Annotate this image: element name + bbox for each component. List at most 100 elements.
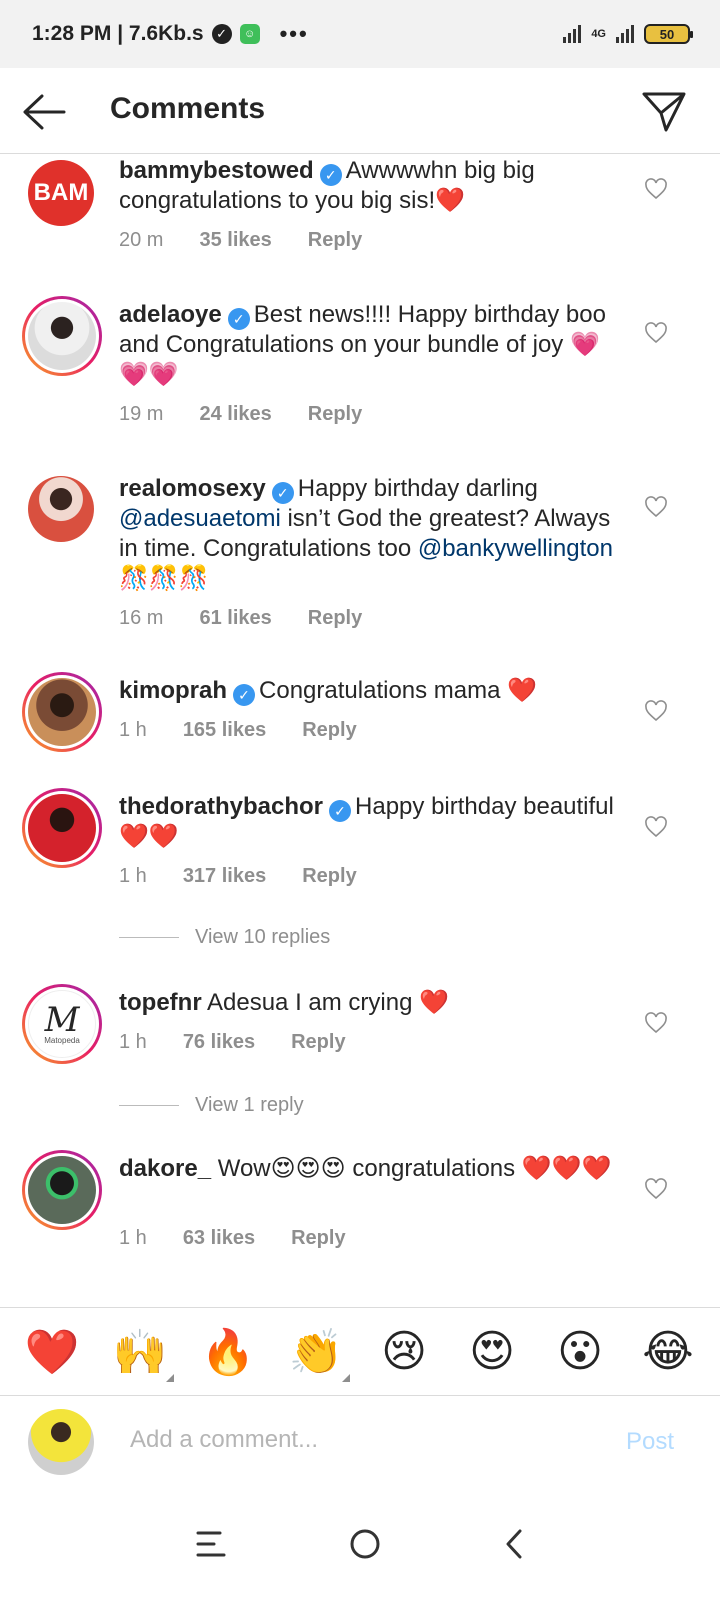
comment-meta: 20 m 35 likes Reply [119,229,362,252]
current-user-avatar [28,1409,94,1475]
signal-icon-2 [616,25,634,43]
app-notification-icon: ☺ [239,24,260,44]
emoji-crying-button[interactable]: 😢 [374,1326,434,1377]
verified-badge-icon: ✓ [233,684,256,706]
replies-divider [119,937,179,938]
more-notifications-indicator: ••• [279,21,309,46]
emoji-clap-button[interactable]: 👏 [286,1326,350,1382]
comment-meta: 16 m 61 likes Reply [119,607,362,630]
comment-likes[interactable]: 61 likes [199,607,271,630]
avatar[interactable]: BAM [28,160,94,226]
comment-username[interactable]: realomosexy [119,475,266,502]
comment-likes[interactable]: 165 likes [183,719,266,742]
comment-text: kimoprah ✓ Congratulations mama ❤️ [119,676,624,706]
mention-link[interactable]: @adesuaetomi [119,505,281,532]
view-replies-label[interactable]: View 10 replies [195,926,330,949]
heart-outline-icon[interactable] [644,496,668,518]
reply-button[interactable]: Reply [291,1031,345,1054]
status-bar: 1:28 PM | 7.6Kb.s ✓ ☺ ••• 4G 50 [0,0,720,68]
comment-time: 1 h [119,719,147,741]
home-circle-icon[interactable] [348,1527,382,1561]
verified-badge-icon: ✓ [319,164,342,186]
paper-plane-icon[interactable] [640,88,688,136]
comment-meta: 19 m 24 likes Reply [119,403,362,426]
emoji-laughing-button[interactable]: 😂 [638,1326,698,1377]
comment-time: 1 h [119,1227,147,1249]
comment-text: thedorathybachor ✓ Happy birthday beautifu… [119,792,624,852]
reply-button[interactable]: Reply [302,865,356,888]
emoji-heart-button[interactable]: ❤️ [22,1326,82,1378]
comment-composer: Add a comment... Post [0,1395,720,1487]
heart-outline-icon[interactable] [644,1178,668,1200]
heart-outline-icon[interactable] [644,700,668,722]
reply-button[interactable]: Reply [291,1227,345,1250]
comment-likes[interactable]: 24 likes [199,403,271,426]
avatar[interactable] [22,296,102,376]
comment-time: 20 m [119,229,164,251]
mention-link[interactable]: @bankywellington [418,535,613,562]
menu-icon[interactable] [194,1529,228,1559]
emoji-heart-eyes-button[interactable]: 😍 [462,1326,522,1377]
comment-body: Congratulations mama ❤️ [259,677,538,704]
comment-username[interactable]: dakore_ [119,1155,211,1182]
avatar-logo-text: Matopeda [44,1035,80,1045]
comment-time: 1 h [119,865,147,887]
app-header: Comments [0,68,720,154]
comment-time: 1 h [119,1031,147,1053]
avatar-logo-text: BAM [33,179,89,206]
comment-body-part: Happy birthday darling [297,475,538,502]
comment-meta: 1 h 76 likes Reply [119,1031,346,1054]
comment-input[interactable]: Add a comment... [130,1426,318,1454]
emoji-fire-button[interactable]: 🔥 [198,1326,258,1378]
network-type: 4G [591,28,606,40]
comment-text: bammybestowed ✓ Awwwwhn big big congratula… [119,156,624,216]
comment-likes[interactable]: 317 likes [183,865,266,888]
comment-body: Adesua I am crying ❤️ [207,989,449,1016]
avatar[interactable] [28,476,94,542]
status-time-speed: 1:28 PM | 7.6Kb.s [32,22,204,45]
verified-badge-icon: ✓ [227,308,250,330]
battery-icon: 50 [644,24,693,44]
reply-button[interactable]: Reply [308,607,362,630]
heart-outline-icon[interactable] [644,1012,668,1034]
reply-button[interactable]: Reply [308,229,362,252]
emoji-reaction-bar: ❤️ 🙌 🔥 👏 😢 😍 😮 😂 [0,1307,720,1395]
arrow-left-icon[interactable] [20,90,66,134]
comment-username[interactable]: thedorathybachor [119,793,323,820]
heart-outline-icon[interactable] [644,816,668,838]
comment-time: 19 m [119,403,164,425]
avatar[interactable] [22,672,102,752]
avatar[interactable] [22,1150,102,1230]
comment-username[interactable]: topefnr [119,989,202,1016]
view-replies-label[interactable]: View 1 reply [195,1094,304,1117]
comment-username[interactable]: kimoprah [119,677,227,704]
post-button[interactable]: Post [626,1428,674,1456]
battery-level: 50 [659,26,675,42]
comment-likes[interactable]: 63 likes [183,1227,255,1250]
back-chevron-icon[interactable] [502,1527,526,1561]
heart-outline-icon[interactable] [644,322,668,344]
heart-outline-icon[interactable] [644,178,668,200]
comment-text: topefnr Adesua I am crying ❤️ [119,988,624,1018]
comment-meta: 1 h 317 likes Reply [119,865,357,888]
emoji-raised-hands-button[interactable]: 🙌 [110,1326,174,1382]
comment-likes[interactable]: 35 likes [199,229,271,252]
comment-likes[interactable]: 76 likes [183,1031,255,1054]
comment-meta: 1 h 165 likes Reply [119,719,357,742]
signal-icon [563,25,582,43]
reply-button[interactable]: Reply [302,719,356,742]
avatar[interactable] [22,788,102,868]
avatar[interactable]: M Matopeda [22,984,102,1064]
comment-text: realomosexy ✓ Happy birthday darling @ades… [119,474,624,594]
view-replies-button[interactable]: View 1 reply [119,1094,304,1117]
comment-username[interactable]: bammybestowed [119,157,314,184]
reply-button[interactable]: Reply [308,403,362,426]
comment-text: adelaoye ✓ Best news!!!! Happy birthday bo… [119,300,624,390]
comment-username[interactable]: adelaoye [119,301,222,328]
emoji-surprised-button[interactable]: 😮 [550,1326,610,1377]
comment-list[interactable]: BAM bammybestowed ✓ Awwwwhn big big congra… [0,154,720,1330]
view-replies-button[interactable]: View 10 replies [119,926,330,949]
comment-body-part: 🎊🎊🎊 [119,565,209,592]
system-nav-bar [0,1487,720,1600]
comment-body: Wow😍😍😍 congratulations ❤️❤️❤️ [217,1155,612,1182]
